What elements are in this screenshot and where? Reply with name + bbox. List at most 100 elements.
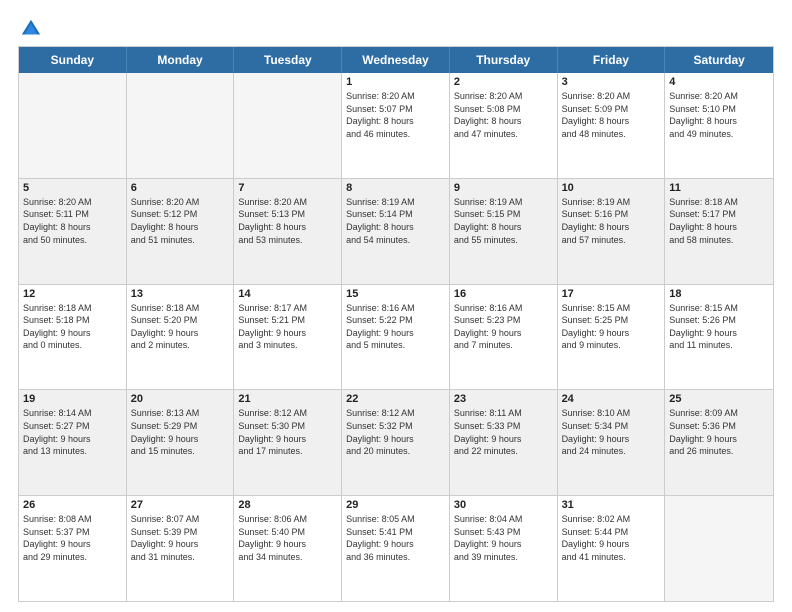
- calendar-day: 28 Sunrise: 8:06 AM Sunset: 5:40 PM Dayli…: [234, 496, 342, 601]
- calendar-day: 25 Sunrise: 8:09 AM Sunset: 5:36 PM Dayli…: [665, 390, 773, 495]
- calendar-day: 31 Sunrise: 8:02 AM Sunset: 5:44 PM Dayli…: [558, 496, 666, 601]
- day-info: Sunrise: 8:13 AM Sunset: 5:29 PM Dayligh…: [131, 407, 230, 457]
- day-number: 6: [131, 182, 230, 194]
- logo: [18, 18, 42, 36]
- calendar-body: 1 Sunrise: 8:20 AM Sunset: 5:07 PM Daylig…: [19, 73, 773, 601]
- calendar-day: 4Sunrise: 8:20 AM Sunset: 5:10 PM Daylig…: [665, 73, 773, 178]
- calendar-day: 24 Sunrise: 8:10 AM Sunset: 5:34 PM Dayli…: [558, 390, 666, 495]
- day-info: Sunrise: 8:20 AM Sunset: 5:07 PM Dayligh…: [346, 90, 445, 140]
- day-number: 5: [23, 182, 122, 194]
- logo-icon: [20, 18, 42, 40]
- calendar-day: 9Sunrise: 8:19 AM Sunset: 5:15 PM Daylig…: [450, 179, 558, 284]
- calendar-day: 16 Sunrise: 8:16 AM Sunset: 5:23 PM Dayli…: [450, 285, 558, 390]
- calendar-day: 7 Sunrise: 8:20 AM Sunset: 5:13 PM Daylig…: [234, 179, 342, 284]
- day-number: 3: [562, 76, 661, 88]
- calendar-day: 6 Sunrise: 8:20 AM Sunset: 5:12 PM Daylig…: [127, 179, 235, 284]
- calendar-empty-cell: [665, 496, 773, 601]
- calendar-day: 15 Sunrise: 8:16 AM Sunset: 5:22 PM Dayli…: [342, 285, 450, 390]
- calendar-day: 18 Sunrise: 8:15 AM Sunset: 5:26 PM Dayli…: [665, 285, 773, 390]
- day-number: 24: [562, 393, 661, 405]
- day-number: 2: [454, 76, 553, 88]
- day-number: 1: [346, 76, 445, 88]
- day-info: Sunrise: 8:10 AM Sunset: 5:34 PM Dayligh…: [562, 407, 661, 457]
- day-number: 15: [346, 288, 445, 300]
- day-info: Sunrise: 8:04 AM Sunset: 5:43 PM Dayligh…: [454, 513, 553, 563]
- day-info: Sunrise: 8:20 AM Sunset: 5:11 PM Dayligh…: [23, 196, 122, 246]
- day-number: 30: [454, 499, 553, 511]
- day-number: 22: [346, 393, 445, 405]
- day-number: 12: [23, 288, 122, 300]
- calendar-day: 26Sunrise: 8:08 AM Sunset: 5:37 PM Dayli…: [19, 496, 127, 601]
- weekday-header: Friday: [558, 47, 666, 73]
- calendar-week: 1 Sunrise: 8:20 AM Sunset: 5:07 PM Daylig…: [19, 73, 773, 179]
- day-number: 16: [454, 288, 553, 300]
- calendar-week: 12 Sunrise: 8:18 AM Sunset: 5:18 PM Dayli…: [19, 285, 773, 391]
- calendar-week: 19Sunrise: 8:14 AM Sunset: 5:27 PM Dayli…: [19, 390, 773, 496]
- calendar-day: 2 Sunrise: 8:20 AM Sunset: 5:08 PM Daylig…: [450, 73, 558, 178]
- day-info: Sunrise: 8:02 AM Sunset: 5:44 PM Dayligh…: [562, 513, 661, 563]
- day-number: 23: [454, 393, 553, 405]
- weekday-header: Sunday: [19, 47, 127, 73]
- day-info: Sunrise: 8:18 AM Sunset: 5:18 PM Dayligh…: [23, 302, 122, 352]
- day-info: Sunrise: 8:15 AM Sunset: 5:25 PM Dayligh…: [562, 302, 661, 352]
- calendar-week: 26Sunrise: 8:08 AM Sunset: 5:37 PM Dayli…: [19, 496, 773, 601]
- day-info: Sunrise: 8:11 AM Sunset: 5:33 PM Dayligh…: [454, 407, 553, 457]
- calendar: SundayMondayTuesdayWednesdayThursdayFrid…: [18, 46, 774, 602]
- calendar-week: 5 Sunrise: 8:20 AM Sunset: 5:11 PM Daylig…: [19, 179, 773, 285]
- calendar-day: 13Sunrise: 8:18 AM Sunset: 5:20 PM Dayli…: [127, 285, 235, 390]
- calendar-empty-cell: [19, 73, 127, 178]
- calendar-day: 11 Sunrise: 8:18 AM Sunset: 5:17 PM Dayli…: [665, 179, 773, 284]
- calendar-header: SundayMondayTuesdayWednesdayThursdayFrid…: [19, 47, 773, 73]
- day-number: 9: [454, 182, 553, 194]
- day-info: Sunrise: 8:07 AM Sunset: 5:39 PM Dayligh…: [131, 513, 230, 563]
- calendar-day: 8Sunrise: 8:19 AM Sunset: 5:14 PM Daylig…: [342, 179, 450, 284]
- weekday-header: Tuesday: [234, 47, 342, 73]
- day-info: Sunrise: 8:20 AM Sunset: 5:13 PM Dayligh…: [238, 196, 337, 246]
- day-info: Sunrise: 8:19 AM Sunset: 5:16 PM Dayligh…: [562, 196, 661, 246]
- day-number: 25: [669, 393, 769, 405]
- calendar-day: 1 Sunrise: 8:20 AM Sunset: 5:07 PM Daylig…: [342, 73, 450, 178]
- weekday-header: Saturday: [665, 47, 773, 73]
- calendar-day: 29Sunrise: 8:05 AM Sunset: 5:41 PM Dayli…: [342, 496, 450, 601]
- weekday-header: Thursday: [450, 47, 558, 73]
- day-number: 31: [562, 499, 661, 511]
- day-info: Sunrise: 8:06 AM Sunset: 5:40 PM Dayligh…: [238, 513, 337, 563]
- day-number: 13: [131, 288, 230, 300]
- day-info: Sunrise: 8:19 AM Sunset: 5:14 PM Dayligh…: [346, 196, 445, 246]
- day-info: Sunrise: 8:15 AM Sunset: 5:26 PM Dayligh…: [669, 302, 769, 352]
- day-number: 19: [23, 393, 122, 405]
- day-number: 17: [562, 288, 661, 300]
- calendar-day: 10 Sunrise: 8:19 AM Sunset: 5:16 PM Dayli…: [558, 179, 666, 284]
- calendar-day: 21 Sunrise: 8:12 AM Sunset: 5:30 PM Dayli…: [234, 390, 342, 495]
- day-number: 18: [669, 288, 769, 300]
- weekday-header: Wednesday: [342, 47, 450, 73]
- day-info: Sunrise: 8:17 AM Sunset: 5:21 PM Dayligh…: [238, 302, 337, 352]
- day-info: Sunrise: 8:20 AM Sunset: 5:09 PM Dayligh…: [562, 90, 661, 140]
- day-number: 11: [669, 182, 769, 194]
- calendar-day: 5 Sunrise: 8:20 AM Sunset: 5:11 PM Daylig…: [19, 179, 127, 284]
- day-info: Sunrise: 8:12 AM Sunset: 5:30 PM Dayligh…: [238, 407, 337, 457]
- calendar-day: 19Sunrise: 8:14 AM Sunset: 5:27 PM Dayli…: [19, 390, 127, 495]
- day-info: Sunrise: 8:09 AM Sunset: 5:36 PM Dayligh…: [669, 407, 769, 457]
- calendar-empty-cell: [234, 73, 342, 178]
- day-info: Sunrise: 8:16 AM Sunset: 5:22 PM Dayligh…: [346, 302, 445, 352]
- day-info: Sunrise: 8:20 AM Sunset: 5:12 PM Dayligh…: [131, 196, 230, 246]
- day-number: 26: [23, 499, 122, 511]
- day-info: Sunrise: 8:16 AM Sunset: 5:23 PM Dayligh…: [454, 302, 553, 352]
- day-info: Sunrise: 8:20 AM Sunset: 5:08 PM Dayligh…: [454, 90, 553, 140]
- weekday-header: Monday: [127, 47, 235, 73]
- day-number: 28: [238, 499, 337, 511]
- day-number: 4: [669, 76, 769, 88]
- day-info: Sunrise: 8:05 AM Sunset: 5:41 PM Dayligh…: [346, 513, 445, 563]
- calendar-day: 23 Sunrise: 8:11 AM Sunset: 5:33 PM Dayli…: [450, 390, 558, 495]
- day-number: 21: [238, 393, 337, 405]
- calendar-day: 12 Sunrise: 8:18 AM Sunset: 5:18 PM Dayli…: [19, 285, 127, 390]
- calendar-day: 20Sunrise: 8:13 AM Sunset: 5:29 PM Dayli…: [127, 390, 235, 495]
- day-info: Sunrise: 8:12 AM Sunset: 5:32 PM Dayligh…: [346, 407, 445, 457]
- day-number: 27: [131, 499, 230, 511]
- day-number: 10: [562, 182, 661, 194]
- day-number: 7: [238, 182, 337, 194]
- calendar-day: 3 Sunrise: 8:20 AM Sunset: 5:09 PM Daylig…: [558, 73, 666, 178]
- calendar-day: 22 Sunrise: 8:12 AM Sunset: 5:32 PM Dayli…: [342, 390, 450, 495]
- day-info: Sunrise: 8:18 AM Sunset: 5:17 PM Dayligh…: [669, 196, 769, 246]
